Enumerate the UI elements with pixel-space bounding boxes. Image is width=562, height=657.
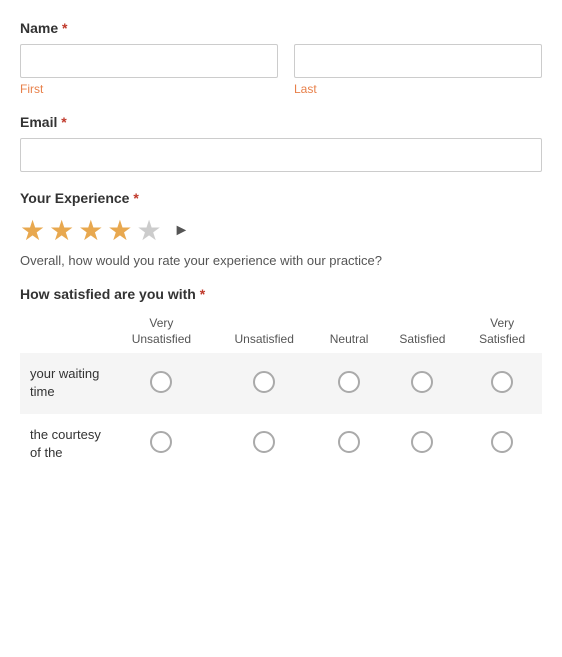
star-5[interactable]: ★ — [136, 214, 161, 247]
row-label-courtesy: the courtesy of the — [20, 414, 110, 474]
col-header-item — [20, 316, 110, 353]
first-name-input[interactable] — [20, 44, 278, 78]
satisfied-section: How satisfied are you with * VeryUnsatis… — [20, 286, 542, 474]
last-name-input[interactable] — [294, 44, 542, 78]
radio-cell[interactable] — [383, 353, 463, 413]
radio-cell[interactable] — [110, 414, 213, 474]
row-label-waiting: your waiting time — [20, 353, 110, 413]
table-row: your waiting time — [20, 353, 542, 413]
name-section: Name * First Last — [20, 20, 542, 96]
radio-cell[interactable] — [462, 353, 542, 413]
experience-section: Your Experience * ★ ★ ★ ★ ★ ► Overall, h… — [20, 190, 542, 268]
radio-waiting-unsatisfied[interactable] — [253, 371, 275, 393]
first-name-col: First — [20, 44, 278, 96]
email-required: * — [61, 114, 66, 130]
radio-courtesy-neutral[interactable] — [338, 431, 360, 453]
last-sub-label: Last — [294, 82, 542, 96]
radio-cell[interactable] — [462, 414, 542, 474]
email-label: Email * — [20, 114, 542, 130]
last-name-col: Last — [294, 44, 542, 96]
radio-waiting-neutral[interactable] — [338, 371, 360, 393]
radio-cell[interactable] — [383, 414, 463, 474]
radio-waiting-very-satisfied[interactable] — [491, 371, 513, 393]
radio-waiting-satisfied[interactable] — [411, 371, 433, 393]
radio-cell[interactable] — [316, 353, 383, 413]
col-header-neutral: Neutral — [316, 316, 383, 353]
table-header-row: VeryUnsatisfied Unsatisfied Neutral Sati… — [20, 316, 542, 353]
radio-courtesy-unsatisfied[interactable] — [253, 431, 275, 453]
star-3[interactable]: ★ — [78, 214, 103, 247]
radio-waiting-very-unsatisfied[interactable] — [150, 371, 172, 393]
email-section: Email * — [20, 114, 542, 172]
cursor-icon: ► — [174, 222, 190, 240]
experience-required: * — [133, 190, 138, 206]
name-required: * — [62, 20, 67, 36]
star-1[interactable]: ★ — [20, 214, 45, 247]
name-row: First Last — [20, 44, 542, 96]
stars-row: ★ ★ ★ ★ ★ ► — [20, 214, 542, 247]
table-row: the courtesy of the — [20, 414, 542, 474]
radio-cell[interactable] — [213, 414, 316, 474]
name-label: Name * — [20, 20, 542, 36]
col-header-very-satisfied: VerySatisfied — [462, 316, 542, 353]
satisfied-required: * — [200, 286, 205, 302]
first-sub-label: First — [20, 82, 278, 96]
radio-courtesy-very-satisfied[interactable] — [491, 431, 513, 453]
radio-cell[interactable] — [316, 414, 383, 474]
radio-courtesy-very-unsatisfied[interactable] — [150, 431, 172, 453]
radio-cell[interactable] — [213, 353, 316, 413]
star-2[interactable]: ★ — [49, 214, 74, 247]
experience-label: Your Experience * — [20, 190, 542, 206]
radio-courtesy-satisfied[interactable] — [411, 431, 433, 453]
col-header-very-unsatisfied: VeryUnsatisfied — [110, 316, 213, 353]
experience-desc: Overall, how would you rate your experie… — [20, 253, 542, 268]
star-4[interactable]: ★ — [107, 214, 132, 247]
col-header-satisfied: Satisfied — [383, 316, 463, 353]
col-header-unsatisfied: Unsatisfied — [213, 316, 316, 353]
satisfied-label: How satisfied are you with * — [20, 286, 542, 302]
satisfaction-table: VeryUnsatisfied Unsatisfied Neutral Sati… — [20, 316, 542, 474]
email-input[interactable] — [20, 138, 542, 172]
radio-cell[interactable] — [110, 353, 213, 413]
